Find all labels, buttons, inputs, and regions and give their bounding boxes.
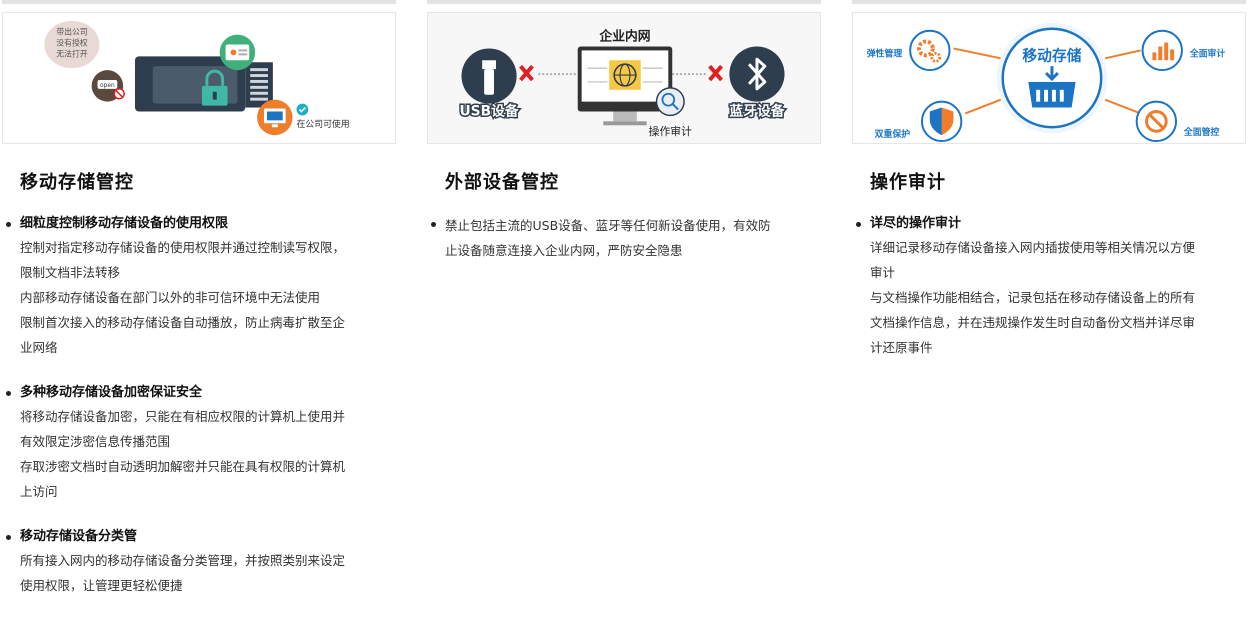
gear-icon: [909, 29, 951, 72]
column-top-bar: [852, 0, 1246, 4]
audit-illustration-svg: 移动存储 弹性管理 双重保护 全面审计 全面管控: [867, 22, 1226, 143]
list-item: 多种移动存储设备加密保证安全 将移动存储设备加密，只能在有相应权限的计算机上使用…: [2, 382, 396, 504]
item-text: 详细记录移动存储设备接入网内插拔使用等相关情况以方便: [870, 240, 1196, 255]
full-audit-label: 全面审计: [1189, 47, 1226, 59]
external-illustration-svg: 企业内网 USB设备 操作审计 蓝牙设备: [458, 29, 786, 139]
feature-list: 详尽的操作审计 详细记录移动存储设备接入网内插拔使用等相关情况以方便 审计 与文…: [852, 213, 1246, 360]
feature-column-storage: 带出公司 没有授权 无法打开 open 在公司可使用 移动存储管控 细粒度控制移…: [2, 0, 396, 620]
in-company-caption: 在公司可使用: [297, 118, 350, 130]
feature-list: 细粒度控制移动存储设备的使用权限 控制对指定移动存储设备的使用权限并通过控制读写…: [2, 213, 396, 598]
item-text: 业网络: [20, 340, 58, 355]
item-text: 与文档操作功能相结合，记录包括在移动存储设备上的所有: [870, 290, 1196, 305]
feature-list: 禁止包括主流的USB设备、蓝牙等任何新设备使用，有效防 止设备随意连接入企业内网…: [427, 213, 821, 263]
audit-label: 操作审计: [649, 124, 692, 138]
list-item: 详尽的操作审计 详细记录移动存储设备接入网内插拔使用等相关情况以方便 审计 与文…: [852, 213, 1246, 360]
list-item: 禁止包括主流的USB设备、蓝牙等任何新设备使用，有效防 止设备随意连接入企业内网…: [427, 213, 821, 263]
item-text: 所有接入网内的移动存储设备分类管理，并按照类别来设定: [20, 553, 346, 568]
column-top-bar: [427, 0, 821, 4]
usb-device-label: USB设备: [460, 102, 519, 119]
dual-protection-label: 双重保护: [874, 128, 911, 140]
item-text: 存取涉密文档时自动透明加解密并只能在具有权限的计算机: [20, 459, 346, 474]
section-title: 外部设备管控: [445, 172, 559, 193]
item-text: 将移动存储设备加密，只能在有相应权限的计算机上使用并: [20, 409, 346, 424]
item-text: 限制文档非法转移: [20, 265, 121, 280]
intranet-label: 企业内网: [598, 29, 650, 45]
item-heading: 详尽的操作审计: [870, 216, 962, 231]
bubble-line-1: 带出公司: [56, 27, 87, 37]
bluetooth-device-label: 蓝牙设备: [729, 102, 784, 119]
item-text: 上访问: [20, 484, 58, 499]
column-top-bar: [2, 0, 396, 4]
item-text: 文档操作信息，并在违规操作发生时自动备份文档并详尽审: [870, 315, 1196, 330]
item-text: 控制对指定移动存储设备的使用权限并通过控制读写权限，: [20, 240, 346, 255]
deny-x-icon: [519, 64, 534, 82]
elastic-management-label: 弹性管理: [867, 47, 903, 59]
item-heading: 多种移动存储设备加密保证安全: [20, 385, 203, 400]
feature-column-audit: 移动存储 弹性管理 双重保护 全面审计 全面管控 操作审计 详尽的操作审计 详细…: [852, 0, 1246, 382]
list-item: 细粒度控制移动存储设备的使用权限 控制对指定移动存储设备的使用权限并通过控制读写…: [2, 213, 396, 360]
audit-magnifier-icon: [655, 87, 685, 117]
item-text: 内部移动存储设备在部门以外的非可信环境中无法使用: [20, 290, 321, 305]
bubble-line-2: 没有授权: [56, 38, 88, 48]
bubble-line-3: 无法打开: [56, 48, 88, 58]
item-heading: 细粒度控制移动存储设备的使用权限: [20, 216, 229, 231]
open-label: open: [100, 83, 115, 89]
item-text: 禁止包括主流的USB设备、蓝牙等任何新设备使用，有效防: [445, 218, 771, 233]
item-text: 审计: [870, 265, 896, 280]
item-text: 使用权限，让管理更轻松便捷: [20, 578, 183, 593]
section-title: 操作审计: [870, 172, 946, 193]
audit-illustration: 移动存储 弹性管理 双重保护 全面审计 全面管控: [852, 12, 1246, 144]
item-text: 有效限定涉密信息传播范围: [20, 434, 171, 449]
item-text: 计还原事件: [870, 340, 933, 355]
item-text: 止设备随意连接入企业内网，严防安全隐患: [445, 243, 683, 258]
deny-x-icon: [708, 64, 723, 82]
item-text: 限制首次接入的移动存储设备自动播放，防止病毒扩散至企: [20, 315, 346, 330]
storage-illustration-svg: 带出公司 没有授权 无法打开 open 在公司可使用: [44, 20, 350, 136]
storage-control-illustration: 带出公司 没有授权 无法打开 open 在公司可使用: [2, 12, 396, 144]
external-device-illustration: 企业内网 USB设备 操作审计 蓝牙设备: [427, 12, 821, 144]
center-label: 移动存储: [1022, 46, 1081, 64]
item-heading: 移动存储设备分类管: [20, 529, 138, 544]
feature-column-external-devices: 企业内网 USB设备 操作审计 蓝牙设备 外部设备管控 禁止包括主流的USB设备…: [427, 0, 821, 285]
list-item: 移动存储设备分类管 所有接入网内的移动存储设备分类管理，并按照类别来设定 使用权…: [2, 526, 396, 598]
full-control-label: 全面管控: [1183, 126, 1220, 138]
section-title: 移动存储管控: [20, 172, 134, 193]
